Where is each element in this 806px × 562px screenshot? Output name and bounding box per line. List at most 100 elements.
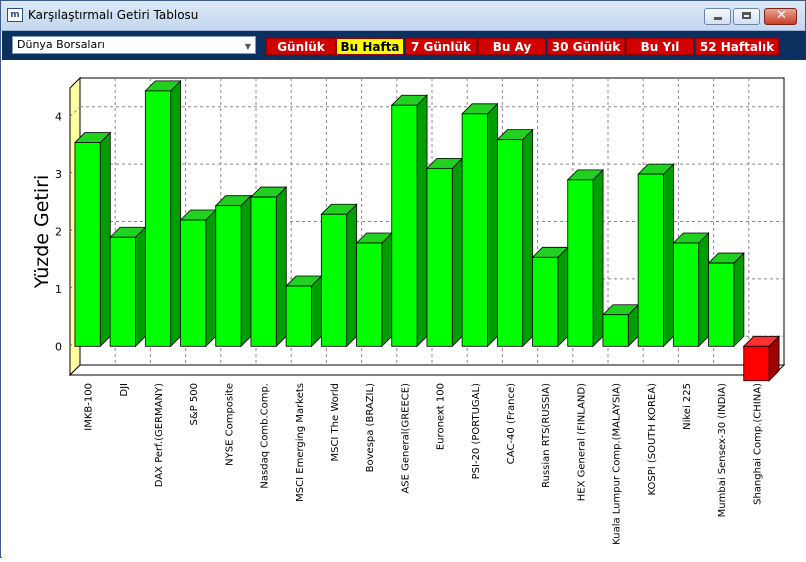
x-tick-label: MSCI Emerging Markets	[295, 383, 306, 502]
title-bar[interactable]: m Karşılaştırmalı Getiri Tablosu ✕	[1, 1, 805, 31]
bar-side	[205, 209, 217, 348]
chart-bar	[496, 128, 534, 348]
y-tick-label: 0	[55, 340, 62, 353]
chart-bar	[742, 335, 781, 382]
period-button-this-week[interactable]: Bu Hafta	[336, 38, 404, 55]
y-tick-label: 2	[55, 226, 62, 239]
x-tick-label: Mumbai Sensex-30 (INDIA)	[717, 383, 728, 517]
returns-bar-chart: 0 1 2 3 4 Yüzde Getiri IMKB-100 DJI DAX Perf.(GE…	[31, 76, 786, 545]
bar-side	[381, 232, 393, 348]
window-title: Karşılaştırmalı Getiri Tablosu	[28, 8, 199, 22]
x-tick-label: Kuala Lumpur Comp.(MALAYSIA)	[612, 383, 623, 545]
chart-bar	[179, 209, 217, 348]
x-tick-label: KOSPI (SOUTH KOREA)	[647, 383, 658, 496]
bar-front	[496, 139, 524, 347]
chart-bar	[355, 232, 393, 348]
bar-side	[522, 128, 534, 348]
y-tick-label: 4	[55, 111, 62, 124]
x-tick-label: IMKB-100	[84, 383, 95, 431]
period-button-this-month[interactable]: Bu Ay	[478, 38, 546, 55]
chart-bar	[390, 94, 429, 348]
x-tick-label: Nikei 225	[682, 383, 693, 430]
chart-bar	[707, 252, 745, 348]
maximize-button[interactable]	[733, 8, 760, 25]
y-tick-label: 3	[55, 168, 62, 181]
bar-side	[557, 246, 569, 348]
bar-side	[240, 194, 252, 348]
x-tick-label: Bovespa (BRAZIL)	[365, 383, 376, 472]
bar-side	[135, 226, 146, 348]
minimize-button[interactable]	[704, 8, 731, 25]
maximize-icon	[742, 12, 751, 19]
bar-side	[487, 102, 498, 348]
bar-front	[215, 205, 242, 347]
x-tick-label: S&P 500	[189, 383, 200, 425]
bar-front	[461, 113, 488, 347]
x-tick-label: DAX Perf.(GERMANY)	[154, 383, 165, 487]
chevron-down-icon[interactable]: ▼	[245, 39, 251, 55]
chart-bar	[144, 79, 182, 348]
period-button-52-week[interactable]: 52 Haftalık	[695, 38, 779, 55]
period-button-7-day[interactable]: 7 Günlük	[405, 38, 477, 55]
chart-bar	[73, 131, 112, 348]
chart-bar	[461, 102, 499, 348]
chart-bar	[109, 226, 147, 348]
bar-front	[180, 219, 207, 347]
x-tick-label: Euronext 100	[436, 383, 447, 450]
bar-side	[451, 157, 463, 348]
bar-side	[733, 252, 745, 348]
x-tick-label: Shanghai Comp.(CHINA)	[752, 383, 763, 505]
bar-side	[346, 203, 358, 348]
toolbar: Dünya Borsaları ▼ Günlük Bu Hafta 7 Günl…	[2, 31, 806, 60]
app-icon: m	[7, 8, 23, 22]
bar-front	[320, 213, 348, 347]
period-button-30-day[interactable]: 30 Günlük	[547, 38, 625, 55]
bar-side	[663, 163, 674, 348]
bar-side	[170, 79, 182, 348]
bar-front	[672, 242, 700, 347]
chart-bar	[425, 157, 464, 348]
chart-bar	[531, 246, 569, 348]
bar-front	[250, 196, 277, 347]
x-tick-label: ASE General(GREECE)	[400, 383, 411, 494]
period-button-this-year[interactable]: Bu Yıl	[626, 38, 694, 55]
chart-bar	[214, 194, 253, 348]
app-window: m Karşılaştırmalı Getiri Tablosu ✕ Dünya…	[0, 0, 806, 558]
bar-front	[743, 345, 770, 382]
minimize-icon	[714, 17, 722, 20]
bar-front	[356, 242, 383, 347]
close-button[interactable]: ✕	[764, 8, 797, 25]
bar-front	[637, 173, 664, 347]
x-tick-label: Russian RTS(RUSSIA)	[541, 383, 552, 488]
chart-bar	[249, 186, 288, 348]
bar-front	[532, 256, 559, 347]
bar-front	[391, 104, 418, 347]
chart-bar	[637, 163, 675, 348]
bar-front	[144, 90, 172, 347]
period-button-daily[interactable]: Günlük	[266, 38, 336, 55]
x-tick-label: CAC-40 (France)	[506, 383, 517, 464]
close-icon: ✕	[776, 8, 787, 23]
bar-front	[74, 142, 101, 347]
bar-front	[602, 314, 629, 347]
bar-side	[275, 186, 287, 348]
bar-side	[592, 168, 604, 348]
bar-front	[567, 179, 594, 347]
chart-bar	[566, 168, 605, 348]
bar-front	[426, 167, 453, 347]
x-tick-label: Nasdaq Comb.Comp.	[260, 383, 271, 489]
x-tick-label: PSI-20 (PORTUGAL)	[471, 383, 482, 479]
bar-front	[708, 262, 735, 347]
chart-area: 0 1 2 3 4 Yüzde Getiri IMKB-100 DJI DAX Perf.(GE…	[2, 60, 806, 558]
market-select[interactable]: Dünya Borsaları ▼	[12, 36, 256, 54]
chart-floor	[68, 364, 786, 376]
bar-side	[311, 275, 322, 348]
market-select-value: Dünya Borsaları	[17, 38, 105, 51]
chart-bar	[320, 203, 358, 348]
chart-bar	[672, 232, 710, 348]
x-tick-label: MSCI The World	[330, 383, 341, 462]
bar-front	[109, 236, 136, 347]
chart-bar	[601, 303, 640, 348]
bar-front	[285, 285, 312, 347]
bar-side	[698, 232, 710, 348]
